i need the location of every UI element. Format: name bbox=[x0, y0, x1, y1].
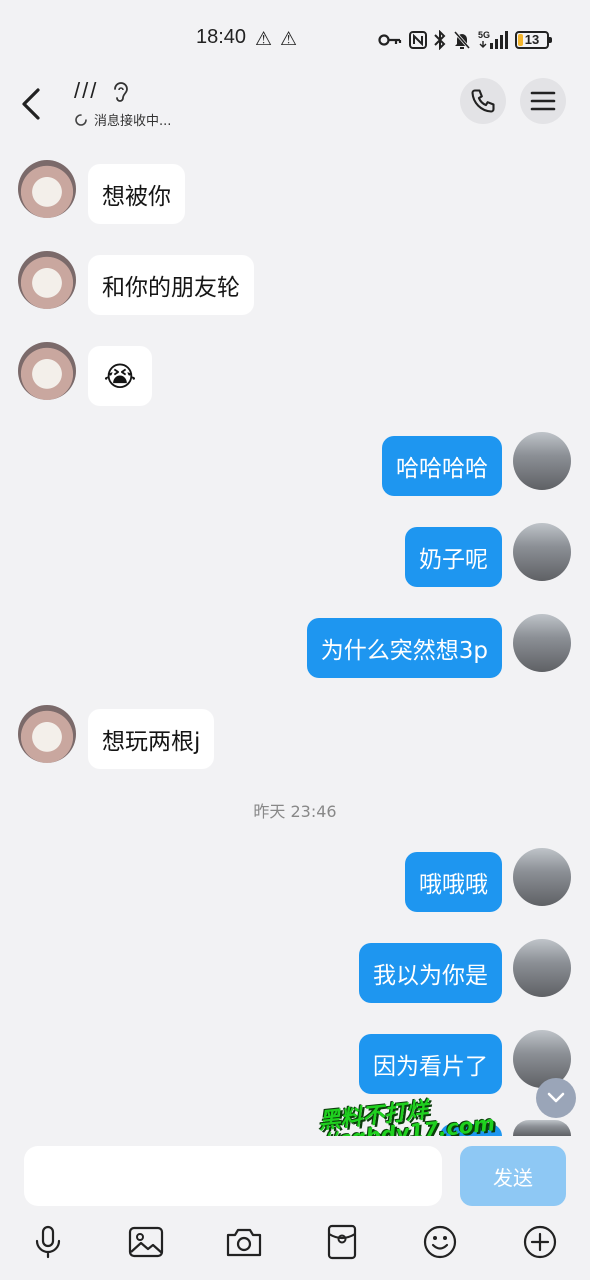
outgoing-message[interactable]: 因为看片了 bbox=[359, 1034, 502, 1094]
chat-title[interactable]: /// bbox=[74, 78, 98, 104]
bluetooth-icon bbox=[434, 29, 446, 51]
contact-avatar[interactable] bbox=[18, 251, 76, 309]
composer: 发送 bbox=[0, 1136, 590, 1280]
red-packet-icon bbox=[327, 1224, 357, 1260]
phone-icon bbox=[471, 89, 495, 113]
menu-icon bbox=[530, 91, 556, 111]
outgoing-message[interactable]: 哦哦哦 bbox=[405, 852, 502, 912]
network-type: 5G bbox=[478, 30, 491, 40]
outgoing-message[interactable]: 我以为你是 bbox=[359, 943, 502, 1003]
signal-icon: 5G bbox=[478, 29, 508, 51]
key-icon bbox=[378, 29, 402, 51]
warning-icon: ⚠ bbox=[280, 28, 298, 50]
my-avatar bbox=[513, 1120, 571, 1136]
contact-avatar[interactable] bbox=[18, 705, 76, 763]
status-time: 18:40 bbox=[196, 26, 247, 48]
warning-icon: ⚠ bbox=[255, 28, 273, 50]
outgoing-message[interactable]: 哈哈哈哈 bbox=[382, 436, 502, 496]
back-icon bbox=[22, 88, 40, 120]
outgoing-message[interactable]: 奶子呢 bbox=[405, 527, 502, 587]
ear-icon bbox=[110, 80, 130, 108]
send-button[interactable]: 发送 bbox=[460, 1146, 566, 1206]
loading-icon bbox=[75, 113, 87, 126]
message-timestamp: 昨天 23:46 bbox=[253, 802, 337, 821]
camera-icon bbox=[226, 1228, 262, 1257]
chat-header: /// 消息接收中... bbox=[0, 78, 590, 138]
my-avatar[interactable] bbox=[513, 432, 571, 490]
incoming-message[interactable]: 想被你 bbox=[88, 164, 185, 224]
incoming-message[interactable]: 😭 bbox=[88, 346, 152, 406]
camera-button[interactable] bbox=[222, 1220, 266, 1264]
nfc-icon bbox=[409, 29, 427, 51]
voice-call-button[interactable] bbox=[460, 78, 506, 124]
message-input[interactable] bbox=[24, 1146, 442, 1206]
image-icon bbox=[128, 1226, 164, 1258]
incoming-message[interactable]: 和你的朋友轮 bbox=[88, 255, 254, 315]
incoming-message[interactable]: 想玩两根j bbox=[88, 709, 215, 769]
my-avatar[interactable] bbox=[513, 939, 571, 997]
my-avatar[interactable] bbox=[513, 523, 571, 581]
emoji-icon bbox=[423, 1225, 457, 1259]
receiving-status: 消息接收中... bbox=[74, 110, 171, 129]
chevron-down-icon bbox=[547, 1092, 565, 1103]
status-bar: 18:40 ⚠ ⚠ 5G 13 bbox=[0, 0, 590, 78]
mute-bell-icon bbox=[453, 29, 471, 51]
outgoing-message[interactable]: 为什么突然想3p bbox=[306, 618, 502, 678]
more-actions-button[interactable] bbox=[518, 1220, 562, 1264]
more-menu-button[interactable] bbox=[520, 78, 566, 124]
gallery-button[interactable] bbox=[124, 1220, 168, 1264]
mic-icon bbox=[35, 1225, 61, 1259]
emoji-button[interactable] bbox=[418, 1220, 462, 1264]
back-button[interactable] bbox=[14, 82, 54, 126]
my-avatar[interactable] bbox=[513, 614, 571, 672]
battery-icon: 13 bbox=[515, 31, 552, 49]
red-packet-button[interactable] bbox=[320, 1220, 364, 1264]
contact-avatar[interactable] bbox=[18, 160, 76, 218]
my-avatar[interactable] bbox=[513, 848, 571, 906]
voice-button[interactable] bbox=[26, 1220, 70, 1264]
battery-percent: 13 bbox=[524, 32, 540, 47]
plus-icon bbox=[523, 1225, 557, 1259]
status-text: 消息接收中... bbox=[94, 114, 172, 129]
scroll-to-bottom-button[interactable] bbox=[536, 1078, 576, 1118]
contact-avatar[interactable] bbox=[18, 342, 76, 400]
